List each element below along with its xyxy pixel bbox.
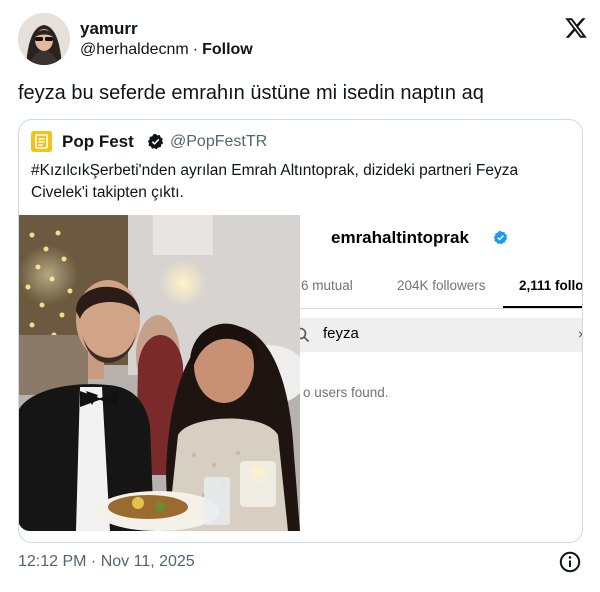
tweet-header: yamurr @herhaldecnm · Follow: [18, 13, 588, 65]
tab-followers[interactable]: 204K followers: [397, 278, 486, 293]
quoted-author-handle[interactable]: @PopFestTR: [170, 133, 267, 151]
verified-badge-icon: [147, 133, 164, 150]
follow-button[interactable]: Follow: [202, 41, 253, 58]
active-tab-indicator: [503, 306, 582, 308]
instagram-screenshot[interactable]: emrahaltintoprak 6 mutual 204K followers…: [300, 215, 582, 531]
author-handle[interactable]: @herhaldecnm: [80, 41, 189, 58]
info-icon[interactable]: [559, 551, 581, 573]
separator-dot: ·: [192, 41, 199, 58]
popfest-logo-icon: [31, 131, 52, 152]
tab-following[interactable]: 2,111 following: [519, 278, 582, 293]
search-input[interactable]: feyza: [323, 325, 359, 342]
quoted-author-name[interactable]: Pop Fest: [62, 132, 134, 152]
couple-photo[interactable]: [19, 215, 300, 531]
search-icon: [300, 327, 310, 343]
author-name[interactable]: yamurr: [80, 19, 138, 39]
author-meta: @herhaldecnm · Follow: [80, 41, 253, 59]
instagram-search-bar[interactable]: feyza ×: [300, 318, 582, 352]
x-logo-icon[interactable]: [564, 16, 588, 40]
tweet-timestamp[interactable]: 12:12 PM · Nov 11, 2025: [18, 553, 195, 571]
instagram-username: emrahaltintoprak: [331, 228, 469, 247]
tweet-text: feyza bu seferde emrahın üstüne mi isedi…: [18, 82, 484, 104]
quoted-tweet[interactable]: Pop Fest @PopFestTR #KızılcıkŞerbeti'nde…: [18, 119, 583, 543]
instagram-tabs: 6 mutual 204K followers 2,111 following: [300, 267, 582, 309]
tab-mutual[interactable]: 6 mutual: [301, 278, 353, 293]
empty-result-message: o users found.: [303, 385, 389, 400]
verified-badge-icon: [493, 230, 508, 245]
close-icon[interactable]: ×: [578, 326, 582, 342]
author-avatar[interactable]: [18, 13, 70, 65]
quoted-text: #KızılcıkŞerbeti'nden ayrılan Emrah Altı…: [31, 162, 519, 201]
